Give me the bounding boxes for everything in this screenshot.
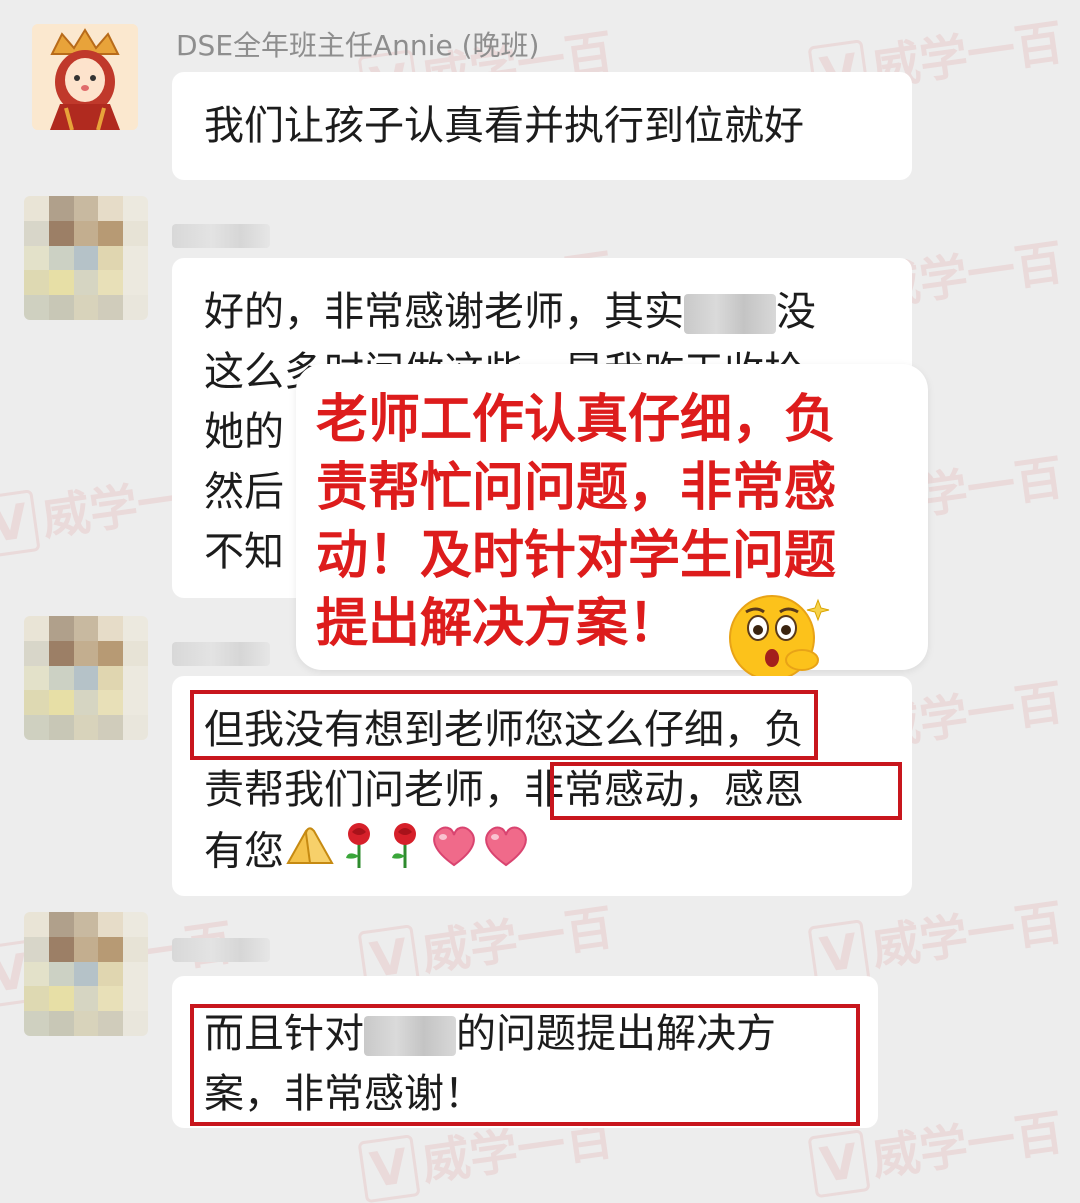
heart-icon bbox=[480, 821, 532, 886]
callout-line: 动！及时针对学生问题 bbox=[316, 526, 837, 586]
heart-icon bbox=[428, 821, 480, 886]
avatar-parent[interactable] bbox=[24, 196, 148, 320]
callout-line: 责帮忙问问题，非常感 bbox=[316, 458, 837, 518]
callout-line: 老师工作认真仔细，负 bbox=[316, 390, 837, 450]
message-bubble[interactable]: 我们让孩子认真看并执行到位就好 bbox=[172, 72, 912, 180]
rose-icon bbox=[382, 820, 428, 887]
watermark: V威学一百 bbox=[806, 883, 1067, 989]
sender-name-blurred bbox=[172, 224, 270, 248]
avatar-parent[interactable] bbox=[24, 912, 148, 1036]
highlight-box bbox=[190, 690, 818, 760]
redacted-text bbox=[684, 294, 776, 334]
highlight-box bbox=[190, 1004, 860, 1126]
message-line: 我们让孩子认真看并执行到位就好 bbox=[204, 103, 804, 149]
rose-icon bbox=[336, 820, 382, 887]
callout-line: 提出解决方案！ bbox=[316, 594, 681, 654]
message-line: 有您 bbox=[204, 820, 880, 880]
sender-name-blurred bbox=[172, 938, 270, 962]
avatar-parent[interactable] bbox=[24, 616, 148, 740]
highlight-box bbox=[550, 762, 902, 820]
astonished-face-icon bbox=[724, 590, 830, 681]
avatar-teacher[interactable] bbox=[32, 24, 138, 130]
monk-avatar-icon bbox=[32, 24, 138, 130]
praying-hands-icon bbox=[284, 823, 336, 884]
sender-name: DSE全年班主任Annie (晚班) bbox=[176, 29, 540, 62]
sender-name-blurred bbox=[172, 642, 270, 666]
message-line: 好的，非常感谢老师，其实没 bbox=[204, 289, 816, 335]
